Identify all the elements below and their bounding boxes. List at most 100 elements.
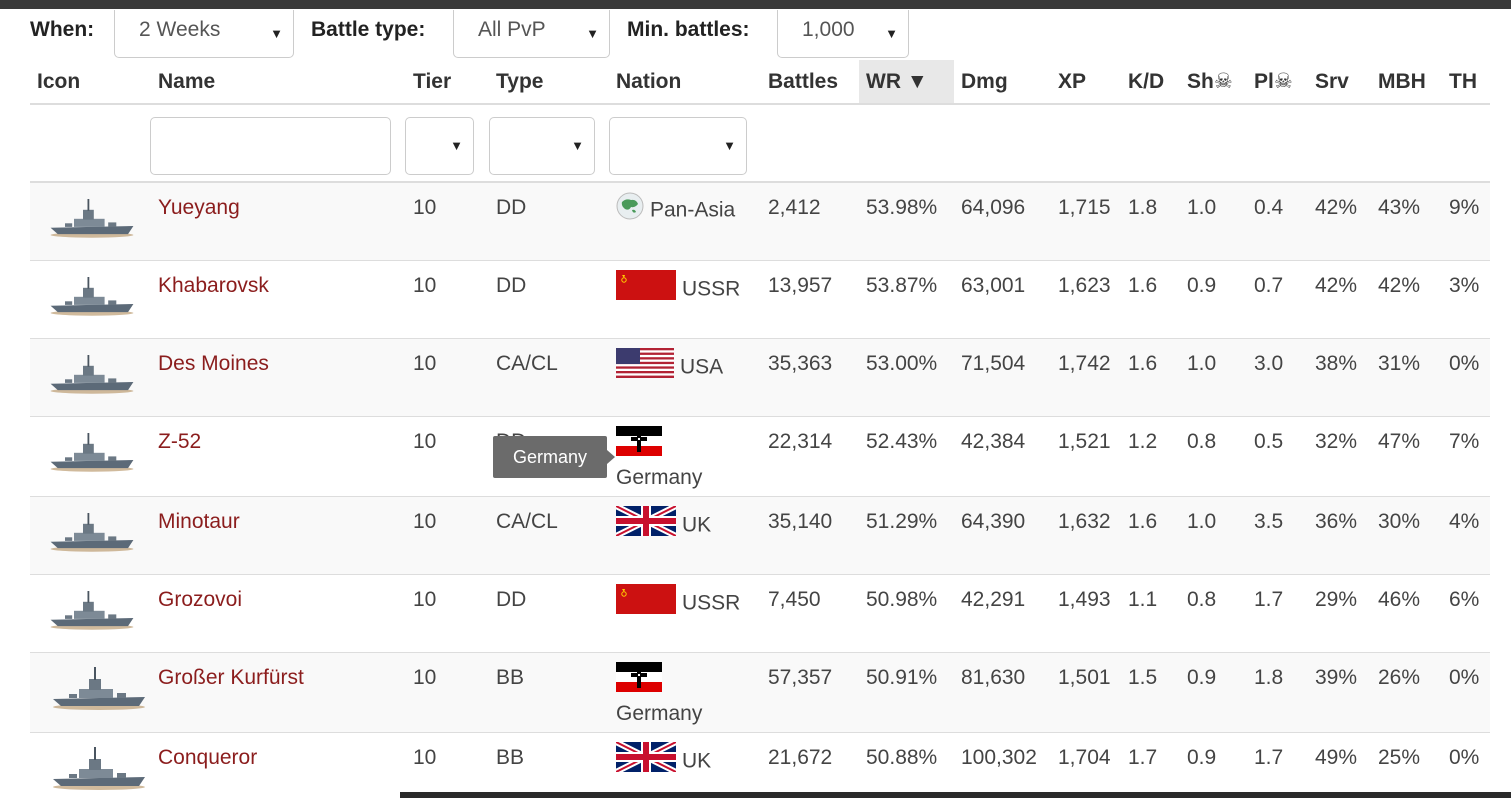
ship-name-link[interactable]: Großer Kurfürst: [158, 666, 304, 689]
cell-type: DD: [489, 181, 609, 260]
cell-xp: 1,623: [1051, 259, 1121, 338]
col-kd[interactable]: K/D: [1121, 60, 1180, 105]
col-icon[interactable]: Icon: [30, 60, 151, 105]
ship-name-link[interactable]: Conqueror: [158, 746, 257, 769]
cell-wr: 53.87%: [859, 259, 954, 338]
col-nation[interactable]: Nation: [609, 60, 761, 105]
cell-pl: 1.8: [1247, 651, 1308, 732]
nation-tooltip: Germany: [493, 436, 615, 478]
cell-kd: 1.6: [1121, 337, 1180, 416]
table-row: Conqueror 10 BB UK 21,672 50.88% 100,302 1,704 1…: [30, 731, 1490, 793]
col-mbh[interactable]: MBH: [1371, 60, 1442, 105]
cell-battles: 2,412: [761, 181, 859, 260]
ship-image: [30, 651, 151, 732]
cell-wr: 51.29%: [859, 495, 954, 574]
col-wr[interactable]: WR ▼: [859, 60, 954, 105]
cell-dmg: 100,302: [954, 731, 1051, 793]
ship-image: [30, 573, 151, 652]
ship-name-link[interactable]: Minotaur: [158, 510, 240, 533]
when-label: When:: [30, 18, 95, 41]
cell-th: 0%: [1442, 651, 1490, 732]
cell-pl: 0.4: [1247, 181, 1308, 260]
nation-filter-select[interactable]: ▼: [609, 117, 747, 175]
col-srv[interactable]: Srv: [1308, 60, 1371, 105]
cell-type: CA/CL: [489, 337, 609, 416]
type-filter-select[interactable]: ▼: [489, 117, 595, 175]
ship-name-link[interactable]: Khabarovsk: [158, 274, 269, 297]
chevron-down-icon: ▼: [586, 26, 599, 41]
cell-type: BB: [489, 731, 609, 793]
cell-tier: 10: [406, 495, 489, 574]
min-battles-select[interactable]: 1,000 ▼: [777, 10, 909, 58]
cell-pl: 1.7: [1247, 573, 1308, 652]
ussr-flag-icon: [616, 583, 676, 620]
cell-pl: 3.0: [1247, 337, 1308, 416]
cell-mbh: 31%: [1371, 337, 1442, 416]
ship-name-link[interactable]: Z-52: [158, 430, 201, 453]
cell-srv: 36%: [1308, 495, 1371, 574]
cell-th: 0%: [1442, 731, 1490, 793]
nation-label: USSR: [682, 277, 741, 301]
tier-filter-select[interactable]: ▼: [405, 117, 474, 175]
cell-srv: 38%: [1308, 337, 1371, 416]
ship-name-link[interactable]: Grozovoi: [158, 588, 242, 611]
cell-sh: 0.8: [1180, 415, 1247, 496]
ship-name-link[interactable]: Des Moines: [158, 352, 269, 375]
cell-nation: UK: [609, 495, 761, 574]
battle-type-select[interactable]: All PvP ▼: [453, 10, 610, 58]
cell-sh: 1.0: [1180, 495, 1247, 574]
cell-tier: 10: [406, 181, 489, 260]
ship-name-link[interactable]: Yueyang: [158, 196, 240, 219]
col-dmg[interactable]: Dmg: [954, 60, 1051, 105]
cell-battles: 21,672: [761, 731, 859, 793]
cell-nation: Germany: [609, 415, 761, 496]
ship-image: [30, 259, 151, 338]
cell-tier: 10: [406, 731, 489, 793]
cell-mbh: 46%: [1371, 573, 1442, 652]
cell-type: DD: [489, 573, 609, 652]
cell-dmg: 42,291: [954, 573, 1051, 652]
col-sh[interactable]: Sh☠: [1180, 60, 1247, 105]
col-battles[interactable]: Battles: [761, 60, 859, 105]
chevron-down-icon: ▼: [450, 138, 463, 153]
cell-th: 6%: [1442, 573, 1490, 652]
top-bar: [0, 0, 1511, 9]
cell-srv: 42%: [1308, 181, 1371, 260]
table-row: Yueyang 10 DD Pan-Asia 2,412 53.98% 64,096 1,71…: [30, 181, 1490, 260]
cell-battles: 22,314: [761, 415, 859, 496]
name-filter-input[interactable]: [150, 117, 391, 175]
cell-pl: 3.5: [1247, 495, 1308, 574]
cell-nation: Germany: [609, 651, 761, 732]
cell-xp: 1,742: [1051, 337, 1121, 416]
table-row: Des Moines 10 CA/CL USA 35,363 53.00% 71,504 1,…: [30, 337, 1490, 416]
chevron-down-icon: ▼: [270, 26, 283, 41]
col-xp[interactable]: XP: [1051, 60, 1121, 105]
cell-nation: USSR: [609, 259, 761, 338]
cell-tier: 10: [406, 573, 489, 652]
col-pl[interactable]: Pl☠: [1247, 60, 1308, 105]
ships-table: Icon Name Tier Type Nation Battles WR ▼ …: [30, 60, 1490, 793]
cell-mbh: 47%: [1371, 415, 1442, 496]
ship-image: [30, 337, 151, 416]
cell-nation: Pan-Asia: [609, 181, 761, 260]
germany-flag-icon: [616, 425, 662, 462]
ship-image: [30, 415, 151, 496]
chevron-down-icon: ▼: [885, 26, 898, 41]
cell-battles: 35,140: [761, 495, 859, 574]
col-tier[interactable]: Tier: [406, 60, 489, 105]
col-type[interactable]: Type: [489, 60, 609, 105]
when-select[interactable]: 2 Weeks ▼: [114, 10, 294, 58]
cell-xp: 1,704: [1051, 731, 1121, 793]
cell-nation: USA: [609, 337, 761, 416]
min-battles-label: Min. battles:: [627, 18, 750, 41]
cell-xp: 1,632: [1051, 495, 1121, 574]
cell-tier: 10: [406, 415, 489, 496]
min-battles-value: 1,000: [802, 18, 855, 41]
cell-sh: 0.9: [1180, 731, 1247, 793]
ship-image: [30, 181, 151, 260]
cell-th: 0%: [1442, 337, 1490, 416]
col-th[interactable]: TH: [1442, 60, 1490, 105]
chevron-down-icon: ▼: [571, 138, 584, 153]
cell-xp: 1,501: [1051, 651, 1121, 732]
col-name[interactable]: Name: [151, 60, 406, 105]
